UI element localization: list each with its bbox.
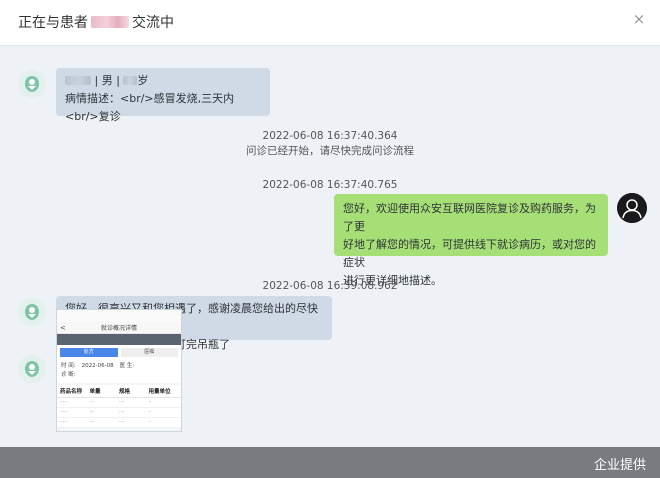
credit-text: 企业提供: [593, 458, 646, 473]
card-col-header: 规格: [119, 389, 131, 395]
redacted-patient-name: [91, 16, 129, 28]
card-tab: 医嘱: [120, 347, 178, 357]
card-col-header: 药品名称: [60, 389, 83, 395]
card-info-label: 诊 断:: [61, 372, 76, 378]
card-table: 药品名称 单量 规格 用量单位 ····· ··· ···· ·· ····· ··· ·…: [57, 385, 181, 428]
patient-description: 病情描述：<br/>感冒发烧,三天内<br/>复诊: [65, 92, 235, 123]
card-table-row: ····· ··· ···· ··: [57, 408, 181, 418]
patient-age-suffix: 岁: [137, 74, 149, 87]
card-info-label: 医 生:: [119, 363, 135, 369]
doctor-avatar-icon: [18, 355, 46, 383]
card-info: 时 间: 2022-06-08 医 生: 诊 断:: [57, 359, 181, 383]
doctor-avatar-icon: [18, 70, 46, 98]
credit-strip: 企业提供: [0, 447, 660, 478]
card-title: 就诊概况详情: [100, 325, 137, 332]
patient-info-bubble: | 男 | 岁 病情描述：<br/>感冒发烧,三天内<br/>复诊: [56, 68, 270, 123]
system-timestamp: 2022-06-08 16:37:40.364: [262, 130, 398, 142]
patient-info-line: | 男 | 岁: [65, 72, 261, 90]
card-status-bar: [57, 310, 181, 322]
card-blurred-header: [57, 334, 181, 345]
card-tab: 处方: [60, 347, 118, 357]
card-back-icon: <: [60, 323, 66, 332]
prescription-image-card[interactable]: < 就诊概况详情 处方 医嘱 时 间: 2022-06-08 医 生: 诊 断:…: [56, 309, 182, 432]
card-table-row: ····· ··· ···· ··: [57, 398, 181, 408]
header-title-suffix: 交流中: [132, 15, 174, 31]
card-col-header: 单量: [89, 389, 101, 395]
doctor-welcome-bubble: 您好，欢迎使用众安互联网医院复诊及购药服务，为了更 好地了解您的情况，可提供线下…: [334, 194, 608, 287]
header-title: 正在与患者 交流中: [18, 12, 174, 32]
doctor-avatar-icon: [18, 298, 46, 326]
card-nav-bar: < 就诊概况详情: [57, 322, 181, 334]
card-info-value: 2022-06-08: [81, 363, 114, 369]
card-info-row: 时 间: 2022-06-08 医 生:: [61, 362, 177, 371]
chat-header: 正在与患者 交流中 ×: [0, 0, 660, 46]
redacted-name: [65, 76, 91, 85]
card-info-label: 时 间:: [61, 363, 76, 369]
close-icon[interactable]: ×: [630, 10, 648, 28]
card-table-header: 药品名称 单量 规格 用量单位: [57, 385, 181, 398]
user-avatar-icon: [617, 193, 647, 223]
header-title-prefix: 正在与患者: [18, 15, 88, 31]
system-message: 问诊已经开始，请尽快完成问诊流程: [246, 145, 414, 157]
card-table-row: ····· ··· ···· ··: [57, 418, 181, 428]
system-timestamp: 2022-06-08 16:39:08.962: [262, 280, 398, 292]
redacted-age: [123, 76, 138, 85]
patient-gender: | 男 |: [94, 74, 120, 87]
welcome-line: 您好，欢迎使用众安互联网医院复诊及购药服务，为了更: [343, 202, 596, 233]
card-col-header: 用量单位: [148, 389, 171, 395]
welcome-line: 好地了解您的情况，可提供线下就诊病历，或对您的症状: [343, 238, 596, 269]
system-timestamp: 2022-06-08 16:37:40.765: [262, 179, 398, 191]
card-info-row: 诊 断:: [61, 371, 177, 380]
card-tabs: 处方 医嘱: [57, 345, 181, 359]
